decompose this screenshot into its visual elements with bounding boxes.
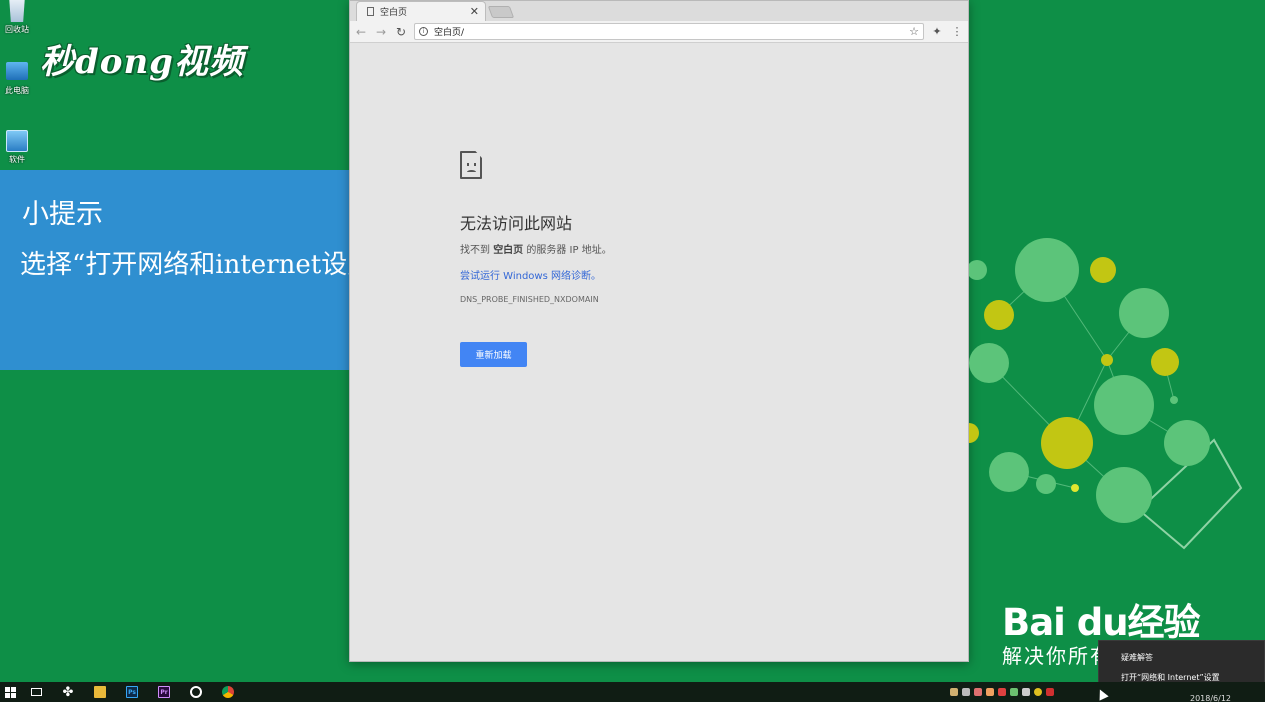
tray-network-icon[interactable] (962, 688, 970, 696)
desktop-icon-label: 此电脑 (5, 86, 29, 95)
tip-banner: 小提示 选择“打开网络和internet设置” (0, 170, 401, 370)
premiere-icon: Pr (158, 686, 170, 698)
chrome-button[interactable] (212, 682, 244, 702)
tip-body: 选择“打开网络和internet设置” (20, 250, 387, 280)
reload-icon[interactable]: ↻ (394, 25, 408, 39)
tray-hand-icon[interactable] (986, 688, 994, 696)
recycle-bin-shortcut[interactable]: 回收站 (2, 0, 32, 35)
page-content: 无法访问此网站 找不到 空白页 的服务器 IP 地址。 尝试运行 Windows… (350, 43, 968, 661)
tray-red-icon[interactable] (1046, 688, 1054, 696)
page-icon (367, 7, 374, 16)
tab-blank-page[interactable]: 空白页 ✕ (356, 1, 486, 21)
sad-page-icon (460, 151, 482, 179)
tray-app-icon[interactable] (998, 688, 1006, 696)
tab-title: 空白页 (380, 8, 408, 18)
baidu-jingyan-brand: Bai du经验 (1002, 601, 1201, 644)
system-tray (950, 682, 1054, 702)
desktop-icon-label: 软件 (9, 155, 25, 164)
menu-item-troubleshoot[interactable]: 疑难解答 (1099, 649, 1264, 669)
browser-window: 空白页 ✕ ← → ↻ i 空白页/ ☆ ✦ ⋮ 无法访问此网站 找不到 空白页… (349, 0, 969, 662)
baidu-tagline: 解决你所有 (1002, 644, 1112, 668)
premiere-button[interactable]: Pr (148, 682, 180, 702)
tray-volume-icon[interactable] (1022, 688, 1030, 696)
bookmark-star-icon[interactable]: ☆ (909, 25, 919, 38)
taskbar-date: 2018/6/12 (1190, 694, 1232, 702)
extension-icon[interactable]: ✦ (930, 25, 944, 38)
recycle-bin-icon (9, 0, 25, 22)
taskbar: ✤ Ps Pr 2018/6/12 (0, 682, 1265, 702)
error-message: 找不到 空白页 的服务器 IP 地址。 (460, 245, 612, 256)
tray-gear-icon[interactable] (974, 688, 982, 696)
this-pc-shortcut[interactable]: 此电脑 (2, 62, 32, 96)
info-icon[interactable]: i (419, 27, 428, 36)
wallpaper-bulb-graphic (969, 238, 1243, 550)
error-code: DNS_PROBE_FINISHED_NXDOMAIN (460, 295, 599, 304)
photoshop-icon: Ps (126, 686, 138, 698)
chrome-icon (222, 686, 234, 698)
address-text: 空白页/ (434, 28, 465, 38)
error-host: 空白页 (493, 245, 524, 256)
fan-icon: ✤ (62, 684, 74, 700)
folder-icon (94, 686, 106, 698)
reload-button[interactable]: 重新加载 (460, 342, 527, 367)
tray-chat-icon[interactable] (1010, 688, 1018, 696)
tab-bar: 空白页 ✕ (350, 1, 968, 21)
file-explorer-button[interactable] (84, 682, 116, 702)
software-folder-icon (6, 130, 28, 152)
forward-arrow-icon[interactable]: → (374, 25, 388, 39)
photoshop-button[interactable]: Ps (116, 682, 148, 702)
address-bar[interactable]: i 空白页/ ☆ (414, 23, 924, 40)
task-view-icon (30, 688, 42, 696)
browser-toolbar: ← → ↻ i 空白页/ ☆ ✦ ⋮ (350, 21, 968, 43)
new-tab-button[interactable] (487, 6, 515, 18)
fan-app-button[interactable]: ✤ (52, 682, 84, 702)
network-diagnostics-link[interactable]: 尝试运行 Windows 网络诊断。 (460, 267, 601, 282)
windows-icon (4, 686, 16, 698)
software-shortcut[interactable]: 软件 (2, 130, 32, 165)
target-app-button[interactable] (180, 682, 212, 702)
back-arrow-icon[interactable]: ← (354, 25, 368, 39)
tray-shield-icon[interactable] (950, 688, 958, 696)
desktop-icon-label: 回收站 (5, 25, 29, 34)
target-icon (190, 686, 202, 698)
network-context-menu: 疑难解答 打开“网络和 Internet”设置 (1098, 640, 1265, 688)
tray-security-icon[interactable] (1034, 688, 1042, 696)
error-title: 无法访问此网站 (460, 214, 573, 233)
start-button[interactable] (0, 682, 20, 702)
tip-title: 小提示 (22, 199, 103, 230)
computer-icon (6, 62, 28, 80)
menu-dots-icon[interactable]: ⋮ (950, 25, 964, 38)
close-tab-icon[interactable]: ✕ (470, 5, 479, 18)
task-view-button[interactable] (20, 682, 52, 702)
video-logo: 秒dong视频 (40, 42, 244, 82)
